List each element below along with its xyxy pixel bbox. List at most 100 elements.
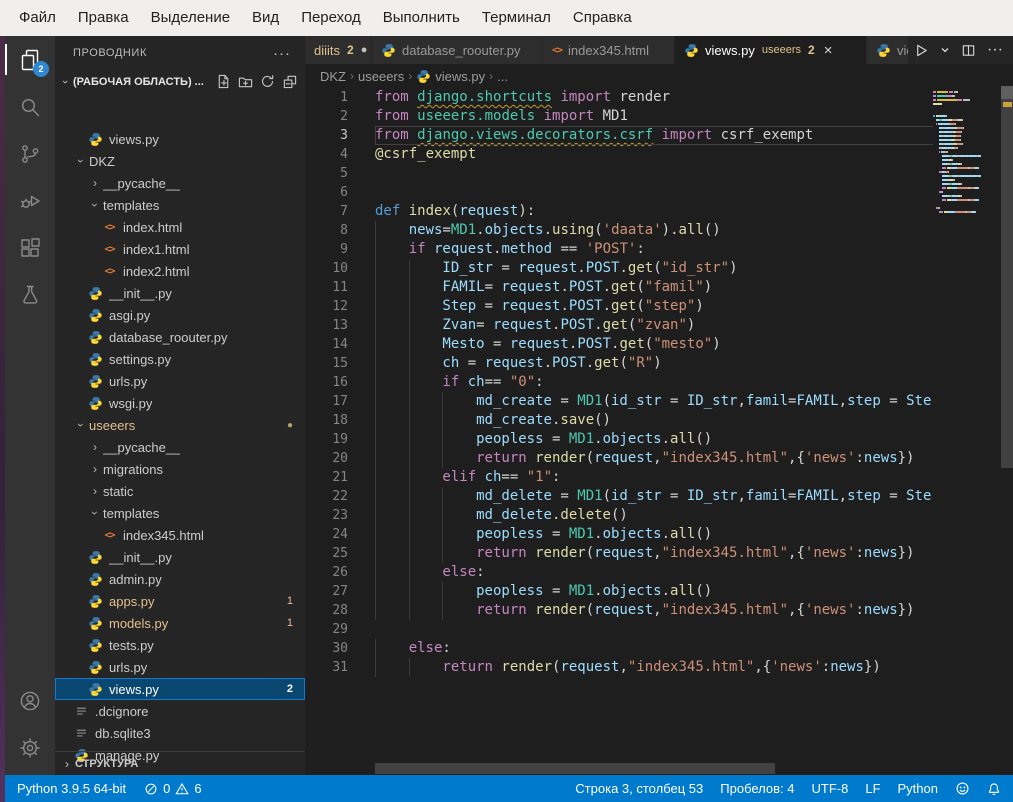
code-line-13[interactable]: 13Zvan= request.POST.get("zvan") (305, 316, 1001, 335)
tree-item-database_roouter.py[interactable]: database_roouter.py (55, 326, 305, 348)
encoding[interactable]: UTF-8 (812, 781, 849, 796)
code-line-16[interactable]: 16if ch== "0": (305, 373, 1001, 392)
tree-item-templates[interactable]: ›templates (55, 502, 305, 524)
tree-item-__pycache__[interactable]: ›__pycache__ (55, 172, 305, 194)
more-actions-icon[interactable]: ··· (987, 41, 1003, 59)
code-line-27[interactable]: 27peopless = MD1.objects.all() (305, 582, 1001, 601)
run-icon[interactable] (914, 43, 929, 58)
tab-database_roouter.py[interactable]: database_roouter.py (372, 36, 542, 64)
menu-Терминал[interactable]: Терминал (471, 0, 562, 36)
breadcrumb-item[interactable]: ... (497, 69, 508, 84)
outline-section-header[interactable]: › СТРУКТУРА (55, 751, 305, 775)
activity-settings-icon[interactable] (5, 724, 55, 771)
code-line-17[interactable]: 17md_create = MD1(id_str = ID_str,famil=… (305, 392, 1001, 411)
tree-item-admin.py[interactable]: admin.py (55, 568, 305, 590)
tree-item-tests.py[interactable]: tests.py (55, 634, 305, 656)
code-line-6[interactable]: 6 (305, 183, 1001, 202)
activity-account-icon[interactable] (5, 677, 55, 724)
code-line-12[interactable]: 12Step = request.POST.get("step") (305, 297, 1001, 316)
code-line-8[interactable]: 8news=MD1.objects.using('daata').all() (305, 221, 1001, 240)
tree-item-views.py[interactable]: views.py (55, 128, 305, 150)
notifications-bell-icon[interactable] (987, 782, 1001, 796)
code-line-19[interactable]: 19peopless = MD1.objects.all() (305, 430, 1001, 449)
tree-item-index345.html[interactable]: <>index345.html (55, 524, 305, 546)
code-line-15[interactable]: 15ch = request.POST.get("R") (305, 354, 1001, 373)
code-line-26[interactable]: 26else: (305, 563, 1001, 582)
tree-item-apps.py[interactable]: apps.py1 (55, 590, 305, 612)
breadcrumb-item[interactable]: DKZ (320, 69, 346, 84)
tree-item-urls.py[interactable]: urls.py (55, 370, 305, 392)
tree-item-settings.py[interactable]: settings.py (55, 348, 305, 370)
new-file-icon[interactable] (216, 74, 231, 89)
activity-extensions-icon[interactable] (5, 224, 55, 271)
tab-index345.html[interactable]: <>index345.html (543, 36, 674, 64)
tree-item-templates[interactable]: ›templates (55, 194, 305, 216)
tree-item-index.html[interactable]: <>index.html (55, 216, 305, 238)
code-line-28[interactable]: 28return render(request,"index345.html",… (305, 601, 1001, 620)
horizontal-scrollbar[interactable] (375, 763, 775, 774)
menu-Выделение[interactable]: Выделение (140, 0, 241, 36)
tree-item-useeers[interactable]: ›useeers● (55, 414, 305, 436)
menu-Правка[interactable]: Правка (67, 0, 140, 36)
code-line-21[interactable]: 21elif ch== "1": (305, 468, 1001, 487)
code-line-22[interactable]: 22md_delete = MD1(id_str = ID_str,famil=… (305, 487, 1001, 506)
language-mode[interactable]: Python (898, 781, 938, 796)
breadcrumb-item[interactable]: views.py (416, 69, 485, 84)
menu-Файл[interactable]: Файл (8, 0, 67, 36)
code-line-24[interactable]: 24peopless = MD1.objects.all() (305, 525, 1001, 544)
code-line-30[interactable]: 30else: (305, 639, 1001, 658)
more-actions-icon[interactable]: ··· (273, 45, 291, 62)
tree-item-static[interactable]: ›static (55, 480, 305, 502)
workspace-section-header[interactable]: › (РАБОЧАЯ ОБЛАСТЬ) ... (55, 70, 305, 93)
code-line-23[interactable]: 23md_delete.delete() (305, 506, 1001, 525)
eol-sequence[interactable]: LF (865, 781, 880, 796)
cursor-position[interactable]: Строка 3, столбец 53 (575, 781, 703, 796)
tab-views.py[interactable]: views.pyuseeers2× (675, 36, 866, 64)
menu-Справка[interactable]: Справка (562, 0, 643, 36)
new-folder-icon[interactable] (238, 74, 253, 89)
code-line-31[interactable]: 31return render(request,"index345.html",… (305, 658, 1001, 677)
refresh-icon[interactable] (260, 74, 275, 89)
code-line-5[interactable]: 5 (305, 164, 1001, 183)
tree-item-DKZ[interactable]: ›DKZ (55, 150, 305, 172)
menu-Выполнить[interactable]: Выполнить (372, 0, 471, 36)
tree-item-models.py[interactable]: models.py1 (55, 612, 305, 634)
menu-Вид[interactable]: Вид (241, 0, 290, 36)
split-editor-icon[interactable] (961, 43, 976, 58)
python-version[interactable]: Python 3.9.5 64-bit (17, 781, 126, 796)
code-line-9[interactable]: 9if request.method == 'POST': (305, 240, 1001, 259)
code-line-18[interactable]: 18md_create.save() (305, 411, 1001, 430)
feedback-icon[interactable] (955, 781, 970, 796)
close-icon[interactable]: × (824, 43, 833, 58)
activity-explorer-icon[interactable]: 2 (5, 36, 55, 83)
collapse-all-icon[interactable] (282, 74, 297, 89)
tree-item-__init__.py[interactable]: __init__.py (55, 282, 305, 304)
problems-indicator[interactable]: 0 6 (144, 781, 201, 796)
tree-item-__init__.py[interactable]: __init__.py (55, 546, 305, 568)
tree-item-urls.py[interactable]: urls.py (55, 656, 305, 678)
code-line-2[interactable]: 2from useeers.models import MD1 (305, 107, 1001, 126)
activity-search-icon[interactable] (5, 83, 55, 130)
activity-run-and-debug-icon[interactable] (5, 177, 55, 224)
breadcrumb-item[interactable]: useeers (358, 69, 404, 84)
code-line-3[interactable]: 3from django.views.decorators.csrf impor… (305, 126, 1001, 145)
code-line-14[interactable]: 14Mesto = request.POST.get("mesto") (305, 335, 1001, 354)
menu-Переход[interactable]: Переход (290, 0, 372, 36)
tree-item-index1.html[interactable]: <>index1.html (55, 238, 305, 260)
tree-item-db.sqlite3[interactable]: db.sqlite3 (55, 722, 305, 744)
tree-item-wsgi.py[interactable]: wsgi.py (55, 392, 305, 414)
tab-diiits[interactable]: diiits2● (305, 36, 371, 64)
code-line-11[interactable]: 11FAMIL= request.POST.get("famil") (305, 278, 1001, 297)
minimap[interactable] (933, 88, 1001, 752)
code-line-25[interactable]: 25return render(request,"index345.html",… (305, 544, 1001, 563)
activity-testing-icon[interactable] (5, 271, 55, 318)
tree-item-index2.html[interactable]: <>index2.html (55, 260, 305, 282)
indentation[interactable]: Пробелов: 4 (720, 781, 794, 796)
code-line-29[interactable]: 29 (305, 620, 1001, 639)
code-line-20[interactable]: 20return render(request,"index345.html",… (305, 449, 1001, 468)
code-line-10[interactable]: 10ID_str = request.POST.get("id_str") (305, 259, 1001, 278)
tree-item-.dcignore[interactable]: .dcignore (55, 700, 305, 722)
vertical-scrollbar[interactable] (1001, 99, 1013, 468)
tree-item-asgi.py[interactable]: asgi.py (55, 304, 305, 326)
tree-item-views.py[interactable]: views.py2 (55, 678, 305, 700)
